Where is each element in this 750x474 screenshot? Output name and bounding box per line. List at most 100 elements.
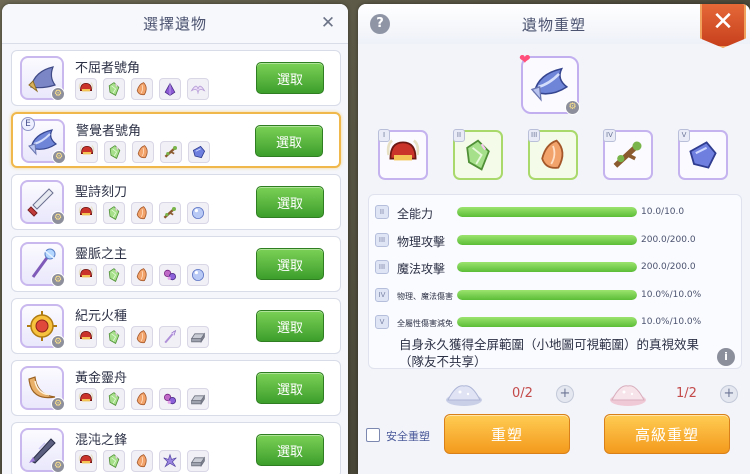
cost-count: 0/2 <box>512 386 533 401</box>
stat-row: II 全能力 10.0/10.0 <box>369 201 741 223</box>
material-slot[interactable] <box>131 450 153 472</box>
close-icon[interactable]: ✕ <box>320 15 336 32</box>
advanced-reforge-button[interactable]: 高級重塑 <box>604 414 730 454</box>
material-slot[interactable] <box>187 78 209 100</box>
material-slot[interactable] <box>131 264 153 286</box>
help-icon[interactable]: ? <box>370 14 390 34</box>
relic-icon-slot[interactable]: ⚙ <box>20 242 65 287</box>
material-slot[interactable] <box>75 326 97 348</box>
material-list <box>75 326 209 348</box>
material-slot[interactable] <box>159 388 181 410</box>
select-button[interactable]: 選取 <box>256 372 324 404</box>
material-slot[interactable] <box>131 78 153 100</box>
wand-material <box>164 329 177 344</box>
material-slot[interactable] <box>76 141 98 163</box>
green-crystal-material <box>108 268 120 282</box>
relic-row[interactable]: ⚙ 聖詩刻刀 選取 <box>11 174 341 230</box>
material-slot[interactable] <box>75 450 97 472</box>
current-relic-slot[interactable]: ❤ ⚙ <box>519 52 580 115</box>
reforge-button[interactable]: 重塑 <box>444 414 570 454</box>
silver-bar-material <box>190 394 206 406</box>
relic-row[interactable]: ⚙ 黃金靈舟 選取 <box>11 360 341 416</box>
material-list <box>75 202 209 224</box>
helmet-material <box>78 206 94 216</box>
material-cost-advanced: 1/2 + <box>608 380 750 410</box>
material-slot[interactable] <box>187 326 209 348</box>
reforge-stage-slot[interactable]: V <box>678 129 728 180</box>
select-button[interactable]: 選取 <box>256 248 324 280</box>
gear-icon: ⚙ <box>52 150 66 164</box>
select-button[interactable]: 選取 <box>256 186 324 218</box>
add-material-button[interactable]: + <box>720 385 738 403</box>
material-slot[interactable] <box>75 202 97 224</box>
panel-title: 選擇遺物 <box>142 15 207 33</box>
material-slot[interactable] <box>159 78 181 100</box>
relic-row[interactable]: ⚙ 不屈者號角 選取 <box>11 50 341 106</box>
info-icon[interactable]: i <box>717 348 735 366</box>
material-slot[interactable] <box>75 388 97 410</box>
material-cost-basic: 0/2 + <box>444 380 614 410</box>
effect-description: 自身永久獲得全屏範圍（小地圖可視範圍）的真視效果（隊友不共享） <box>399 337 700 369</box>
select-button[interactable]: 選取 <box>256 62 324 94</box>
material-slot[interactable] <box>103 202 125 224</box>
select-button[interactable]: 選取 <box>256 434 324 466</box>
relic-icon-slot[interactable]: ⚙ <box>20 428 65 473</box>
relic-list: ⚙ 不屈者號角 選取 E ⚙ 警覺者號角 選取 ⚙ 聖詩刻刀 選取 ⚙ 靈脈之主 選取 ⚙ 紀元火種 選取 ⚙ 黃… <box>11 50 341 474</box>
add-material-button[interactable]: + <box>556 385 574 403</box>
silver-bar-material <box>190 456 206 468</box>
material-slot[interactable] <box>104 141 126 163</box>
relic-row[interactable]: ⚙ 混沌之鋒 選取 <box>11 422 341 474</box>
relic-row[interactable]: ⚙ 紀元火種 選取 <box>11 298 341 354</box>
material-slot[interactable] <box>159 326 181 348</box>
material-slot[interactable] <box>131 326 153 348</box>
relic-reforge-panel: ? 遺物重塑 ✕ ❤ ⚙ I II III IV V II 全能力 10.0/10.0 III… <box>358 4 750 474</box>
material-slot[interactable] <box>131 202 153 224</box>
material-slot[interactable] <box>103 78 125 100</box>
orange-shard-material <box>136 82 147 96</box>
material-slot[interactable] <box>187 388 209 410</box>
reforge-stage-slot[interactable]: II <box>453 129 503 180</box>
powder-pile-icon <box>610 385 646 406</box>
material-slot[interactable] <box>188 141 210 163</box>
material-slot[interactable] <box>75 78 97 100</box>
relic-icon-slot[interactable]: ⚙ <box>20 366 65 411</box>
stat-progress-fill <box>457 289 637 300</box>
material-slot[interactable] <box>187 264 209 286</box>
checkbox-box[interactable] <box>366 428 380 442</box>
material-slot[interactable] <box>132 141 154 163</box>
material-slot[interactable] <box>159 202 181 224</box>
material-slot[interactable] <box>103 326 125 348</box>
material-slot[interactable] <box>131 388 153 410</box>
relic-name: 不屈者號角 <box>75 61 141 76</box>
orange-shard-material <box>136 454 147 468</box>
material-slot[interactable] <box>75 264 97 286</box>
relic-icon-slot[interactable]: ⚙ <box>20 304 65 349</box>
material-slot[interactable] <box>159 450 181 472</box>
branch-material <box>163 207 176 219</box>
material-slot[interactable] <box>103 264 125 286</box>
relic-icon-slot[interactable]: E ⚙ <box>21 117 66 164</box>
material-slot[interactable] <box>187 450 209 472</box>
relic-name: 靈脈之主 <box>75 247 128 262</box>
material-slot[interactable] <box>103 388 125 410</box>
favorite-heart-icon: ❤ <box>519 52 531 68</box>
gear-icon: ⚙ <box>51 459 65 473</box>
material-slot[interactable] <box>160 141 182 163</box>
material-slot[interactable] <box>159 264 181 286</box>
relic-row[interactable]: ⚙ 靈脈之主 選取 <box>11 236 341 292</box>
select-button[interactable]: 選取 <box>256 310 324 342</box>
select-button[interactable]: 選取 <box>255 125 323 157</box>
reforge-stage-slot[interactable]: I <box>378 129 428 180</box>
safe-reforge-checkbox[interactable]: 安全重塑 <box>366 426 442 446</box>
reforge-stage-slot[interactable]: IV <box>603 129 653 180</box>
relic-icon-slot[interactable]: ⚙ <box>20 56 65 101</box>
stat-progress-bar <box>457 317 637 327</box>
material-list <box>75 450 209 472</box>
relic-row[interactable]: E ⚙ 警覺者號角 選取 <box>11 112 341 168</box>
relic-icon-slot[interactable]: ⚙ <box>20 180 65 225</box>
gear-icon: ⚙ <box>565 100 580 115</box>
material-slot[interactable] <box>187 202 209 224</box>
helmet-material <box>78 268 94 278</box>
material-slot[interactable] <box>103 450 125 472</box>
reforge-stage-slot[interactable]: III <box>528 129 578 180</box>
